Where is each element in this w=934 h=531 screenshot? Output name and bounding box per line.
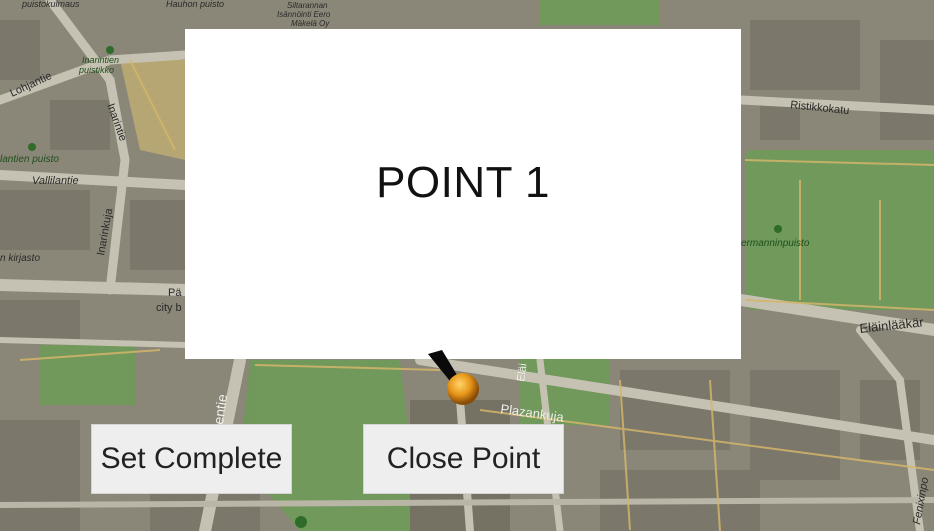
set-complete-button[interactable]: Set Complete bbox=[91, 424, 292, 494]
point-popup: POINT 1 bbox=[185, 29, 741, 359]
map-label: puistikko bbox=[78, 65, 114, 75]
map-label: Inarintien bbox=[82, 55, 119, 65]
map-label: Isännöinti Eero bbox=[277, 10, 331, 19]
map-label: Mäkelä Oy bbox=[291, 19, 330, 28]
map-label: puistokulmaus bbox=[21, 0, 80, 9]
close-point-button[interactable]: Close Point bbox=[363, 424, 564, 494]
map-label: Pä bbox=[168, 287, 182, 299]
map-label: Eläi bbox=[515, 363, 529, 383]
map-label: ermanninpuisto bbox=[741, 238, 810, 249]
map-label: Vallilantie bbox=[32, 175, 79, 187]
popup-title: POINT 1 bbox=[376, 158, 550, 207]
map-pin-icon[interactable] bbox=[420, 350, 490, 412]
map-label: lantien puisto bbox=[0, 154, 59, 165]
map-label: n kirjasto bbox=[0, 253, 40, 264]
map-label: Hauhon puisto bbox=[166, 0, 224, 9]
map-label: Siltarannan bbox=[287, 1, 328, 10]
map-label: city b bbox=[156, 302, 182, 314]
